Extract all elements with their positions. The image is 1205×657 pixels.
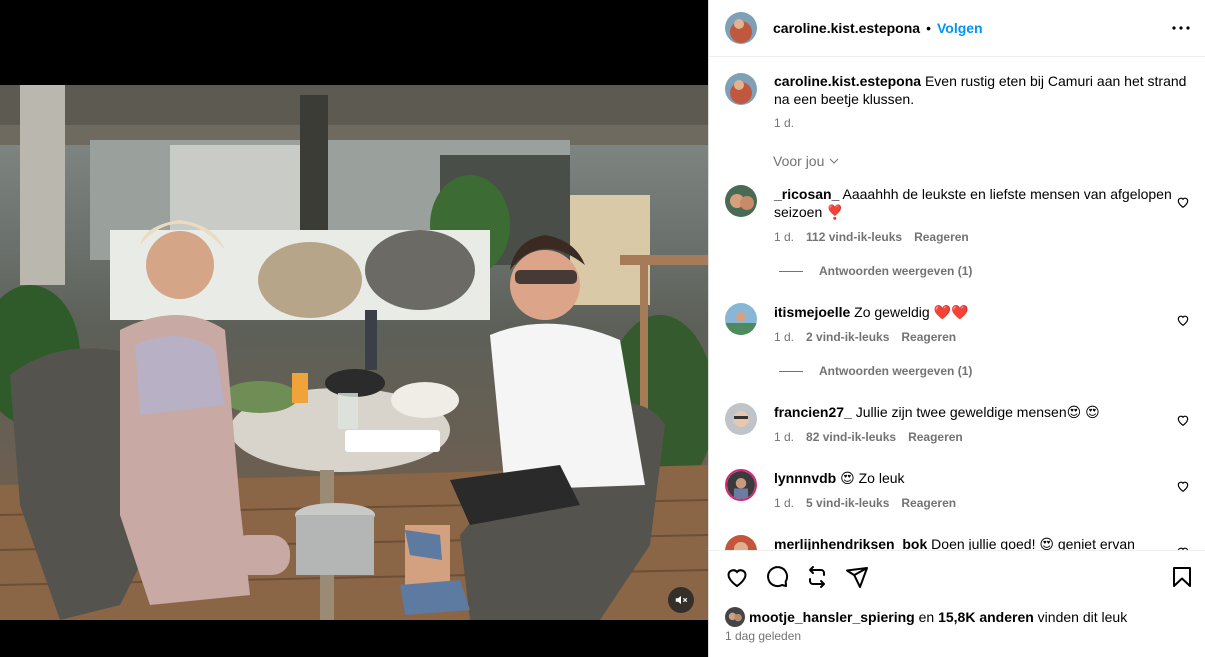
heart-icon[interactable] bbox=[1176, 479, 1190, 493]
post-dialog: caroline.kist.estepona • Volgen caroline… bbox=[0, 0, 1205, 657]
comment-username[interactable]: itismejoelle bbox=[774, 304, 850, 320]
heart-icon[interactable] bbox=[1176, 313, 1190, 327]
comment-likes[interactable]: 5 vind-ik-leuks bbox=[806, 494, 889, 512]
comment-button[interactable] bbox=[765, 565, 789, 589]
bookmark-icon bbox=[1173, 567, 1191, 587]
comment-item: _ricosan_ Aaaahhh de leukste en liefste … bbox=[725, 185, 1190, 246]
media-panel bbox=[0, 0, 708, 657]
comment-item: francien27_ Jullie zijn twee geweldige m… bbox=[725, 403, 1190, 446]
heart-icon[interactable] bbox=[1176, 195, 1190, 209]
post-side-panel: caroline.kist.estepona • Volgen caroline… bbox=[708, 0, 1205, 657]
comment-text: 😍 Zo leuk bbox=[840, 470, 905, 486]
reply-button[interactable]: Reageren bbox=[908, 428, 963, 446]
view-replies-button[interactable]: Antwoorden weergeven (1) bbox=[779, 364, 972, 378]
reply-button[interactable]: Reageren bbox=[901, 328, 956, 346]
comment-text: Doen jullie goed! 😍 geniet ervan bbox=[931, 536, 1135, 550]
caption-time[interactable]: 1 d. bbox=[774, 114, 794, 132]
commenter-avatar[interactable] bbox=[725, 185, 757, 217]
share-button[interactable] bbox=[845, 565, 869, 589]
comment-icon bbox=[767, 566, 789, 588]
comment-time[interactable]: 1 d. bbox=[774, 228, 794, 246]
comment-likes[interactable]: 82 vind-ik-leuks bbox=[806, 428, 896, 446]
commenter-avatar[interactable] bbox=[725, 303, 757, 335]
view-replies-button[interactable]: Antwoorden weergeven (1) bbox=[779, 264, 972, 278]
liker-avatar bbox=[725, 607, 745, 627]
likes-summary[interactable]: mootje_hansler_spiering en 15,8K anderen… bbox=[725, 607, 1127, 627]
post-timestamp[interactable]: 1 dag geleden bbox=[725, 629, 801, 643]
likes-connector: en bbox=[914, 609, 939, 625]
reply-line bbox=[779, 270, 803, 272]
heart-icon bbox=[727, 569, 747, 588]
share-icon bbox=[846, 567, 868, 588]
comment-time[interactable]: 1 d. bbox=[774, 428, 794, 446]
speaker-muted-icon bbox=[675, 595, 688, 605]
likes-others[interactable]: 15,8K anderen bbox=[938, 609, 1034, 625]
separator-dot: • bbox=[926, 20, 931, 36]
chevron-down-icon bbox=[830, 158, 839, 164]
mute-button[interactable] bbox=[668, 587, 694, 613]
comment-time[interactable]: 1 d. bbox=[774, 328, 794, 346]
more-horizontal-icon[interactable] bbox=[1169, 16, 1193, 40]
likes-suffix: vinden dit leuk bbox=[1033, 609, 1128, 625]
comment-username[interactable]: lynnnvdb bbox=[774, 470, 836, 486]
comment-username[interactable]: francien27_ bbox=[774, 404, 852, 420]
comment-item: lynnnvdb 😍 Zo leuk 1 d. 5 vind-ik-leuks … bbox=[725, 469, 1190, 512]
view-replies-label: Antwoorden weergeven (1) bbox=[819, 264, 973, 278]
comment-likes[interactable]: 112 vind-ik-leuks bbox=[806, 228, 902, 246]
view-replies-label: Antwoorden weergeven (1) bbox=[819, 364, 973, 378]
commenter-avatar[interactable] bbox=[725, 403, 757, 435]
comment-username[interactable]: _ricosan_ bbox=[774, 186, 839, 202]
like-button[interactable] bbox=[725, 565, 749, 589]
reply-button[interactable]: Reageren bbox=[901, 494, 956, 512]
comments-list[interactable]: caroline.kist.estepona Even rustig eten … bbox=[709, 57, 1205, 550]
author-avatar[interactable] bbox=[725, 73, 757, 105]
restaurant-scene-image bbox=[0, 85, 708, 620]
post-photo[interactable] bbox=[0, 85, 708, 620]
repost-button[interactable] bbox=[805, 565, 829, 589]
filter-label: Voor jou bbox=[773, 153, 825, 169]
liker-username[interactable]: mootje_hansler_spiering bbox=[749, 609, 915, 625]
post-actions: mootje_hansler_spiering en 15,8K anderen… bbox=[709, 550, 1205, 657]
heart-icon[interactable] bbox=[1176, 413, 1190, 427]
repost-icon bbox=[809, 566, 825, 588]
reply-line bbox=[779, 370, 803, 372]
caption: caroline.kist.estepona Even rustig eten … bbox=[725, 73, 1190, 132]
comment-time[interactable]: 1 d. bbox=[774, 494, 794, 512]
reply-button[interactable]: Reageren bbox=[914, 228, 969, 246]
caption-username[interactable]: caroline.kist.estepona bbox=[774, 73, 921, 89]
comment-likes[interactable]: 2 vind-ik-leuks bbox=[806, 328, 889, 346]
comment-filter-dropdown[interactable]: Voor jou bbox=[773, 153, 840, 169]
follow-button[interactable]: Volgen bbox=[937, 20, 983, 36]
comment-item: merlijnhendriksen_bok Doen jullie goed! … bbox=[725, 535, 1190, 550]
author-username[interactable]: caroline.kist.estepona bbox=[773, 20, 920, 36]
comment-text: Zo geweldig ❤️❤️ bbox=[854, 304, 969, 320]
comment-text: Jullie zijn twee geweldige mensen😍 😍 bbox=[855, 404, 1100, 420]
post-header: caroline.kist.estepona • Volgen bbox=[709, 0, 1205, 57]
action-bar bbox=[725, 565, 869, 589]
comment-item: itismejoelle Zo geweldig ❤️❤️ 1 d. 2 vin… bbox=[725, 303, 1190, 346]
comment-username[interactable]: merlijnhendriksen_bok bbox=[774, 536, 927, 550]
commenter-avatar[interactable] bbox=[725, 535, 757, 550]
commenter-avatar-story-ring[interactable] bbox=[725, 469, 757, 501]
author-avatar[interactable] bbox=[725, 12, 757, 44]
save-button[interactable] bbox=[1170, 565, 1194, 589]
